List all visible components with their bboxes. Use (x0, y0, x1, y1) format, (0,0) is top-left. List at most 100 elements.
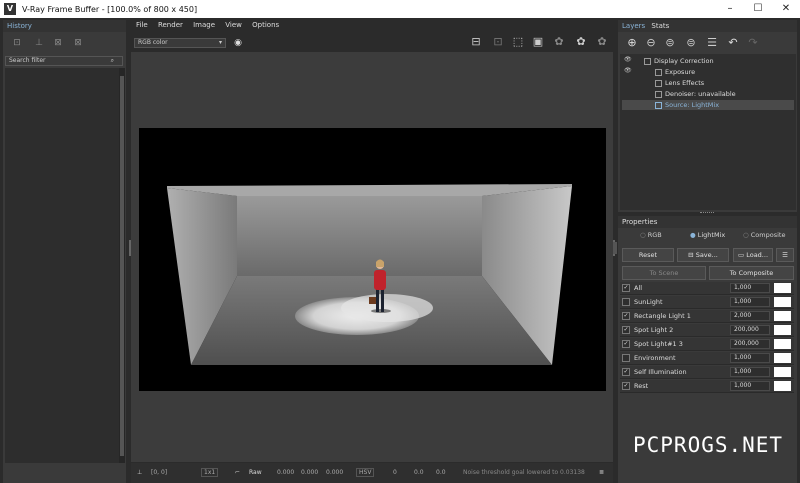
minimize-button[interactable]: – (716, 0, 744, 18)
menu-image[interactable]: Image (193, 21, 215, 29)
to-composite-button[interactable]: To Composite (709, 266, 794, 280)
light-name: Environment (634, 354, 676, 362)
mode-rgb-radio[interactable]: ○ RGB (640, 231, 662, 239)
history-save-icon[interactable]: ⊡ (11, 38, 23, 48)
color-wheel-icon[interactable]: ◉ (232, 38, 244, 48)
row-checkbox[interactable]: ✓ (622, 312, 630, 320)
color-swatch[interactable] (774, 381, 791, 391)
history-search-input[interactable]: Search filter ⌕ (5, 56, 123, 66)
title-bar: V V-Ray Frame Buffer - [100.0% of 800 x … (0, 0, 800, 18)
load-button[interactable]: ▭ Load... (733, 248, 773, 262)
load-image-icon[interactable]: ⊡ (492, 36, 504, 47)
render-icon[interactable]: ✿ (553, 36, 565, 47)
undo-icon[interactable]: ↶ (727, 37, 739, 48)
lightmix-row-all: ✓ All 1,000 (620, 282, 794, 295)
history-ab-icon[interactable]: ⊠ (52, 38, 64, 48)
layer-exposure[interactable]: Exposure (622, 67, 794, 77)
mode-composite-radio[interactable]: ○ Composite (743, 231, 785, 239)
radio-selected-icon: ● (690, 231, 696, 239)
multiplier-value: 200,000 (734, 326, 759, 333)
lightmix-row-self-illumination: ✓ Self Illumination 1,000 (620, 366, 794, 379)
layer-display-correction[interactable]: Display Correction (622, 56, 794, 66)
track-mouse-icon[interactable]: ▣ (532, 36, 544, 47)
color-swatch[interactable] (774, 283, 791, 293)
save-layers-icon[interactable]: ⊜ (664, 37, 676, 48)
layer-denoiser[interactable]: Denoiser: unavailable (622, 89, 794, 99)
zoom-select[interactable]: 1x1 (201, 468, 219, 477)
multiplier-value: 1,000 (734, 368, 752, 375)
layer-label: Denoiser: unavailable (665, 90, 736, 98)
log-icon[interactable]: ≣ (599, 469, 604, 476)
history-remove-icon[interactable]: ⊠ (72, 38, 84, 48)
curve-icon[interactable]: ⌐ (235, 469, 240, 476)
delete-layer-icon[interactable]: ⊖ (645, 37, 657, 48)
load-layers-icon[interactable]: ⊜ (685, 37, 697, 48)
save-image-icon[interactable]: ⊟ (470, 36, 482, 47)
layer-label: Lens Effects (665, 79, 705, 87)
add-layer-icon[interactable]: ⊕ (626, 37, 638, 48)
left-splitter-handle[interactable] (129, 240, 131, 256)
interactive-render-icon[interactable]: ✿ (575, 36, 587, 47)
multiplier-field[interactable]: 1,000 (730, 367, 770, 377)
history-list[interactable] (5, 68, 119, 463)
multiplier-field[interactable]: 200,000 (730, 339, 770, 349)
layer-list-icon[interactable]: ☰ (706, 37, 718, 48)
layer-source-lightmix[interactable]: Source: LightMix (622, 100, 794, 110)
reset-button[interactable]: Reset (622, 248, 674, 262)
row-checkbox[interactable] (622, 298, 630, 306)
row-checkbox[interactable]: ✓ (622, 284, 630, 292)
lightmix-row-rest: ✓ Rest 1,000 (620, 380, 794, 393)
color-swatch[interactable] (774, 325, 791, 335)
region-render-icon[interactable]: ⬚ (512, 36, 524, 47)
search-placeholder: Search filter (9, 57, 46, 64)
menu-file[interactable]: File (136, 21, 148, 29)
channel-select[interactable]: RGB color ▾ (134, 38, 226, 48)
row-checkbox[interactable]: ✓ (622, 368, 630, 376)
color-swatch[interactable] (774, 297, 791, 307)
color-swatch[interactable] (774, 339, 791, 349)
history-scrollbar[interactable] (119, 68, 125, 463)
menu-options[interactable]: Options (252, 21, 279, 29)
multiplier-field[interactable]: 200,000 (730, 325, 770, 335)
save-icon: ⊟ (688, 251, 694, 259)
multiplier-field[interactable]: 1,000 (730, 353, 770, 363)
colorspace-select[interactable]: HSV (356, 468, 375, 477)
row-checkbox[interactable] (622, 354, 630, 362)
row-checkbox[interactable]: ✓ (622, 382, 630, 390)
lightmix-row-spot-light-2: ✓ Spot Light 2 200,000 (620, 324, 794, 337)
redo-icon[interactable]: ↷ (747, 37, 759, 48)
maximize-button[interactable]: ☐ (744, 0, 772, 18)
save-button[interactable]: ⊟ Save... (677, 248, 729, 262)
radio-icon: ○ (743, 231, 749, 239)
lightmix-menu-button[interactable]: ☰ (776, 248, 794, 262)
load-label: Load... (746, 251, 769, 259)
layer-lens-effects[interactable]: Lens Effects (622, 78, 794, 88)
close-button[interactable]: ✕ (772, 0, 800, 18)
menu-render[interactable]: Render (158, 21, 183, 29)
color-swatch[interactable] (774, 311, 791, 321)
multiplier-field[interactable]: 1,000 (730, 381, 770, 391)
color-swatch[interactable] (774, 353, 791, 363)
row-checkbox[interactable]: ✓ (622, 340, 630, 348)
multiplier-field[interactable]: 1,000 (730, 283, 770, 293)
color-swatch[interactable] (774, 367, 791, 377)
to-scene-button[interactable]: To Scene (622, 266, 706, 280)
multiplier-field[interactable]: 2,000 (730, 311, 770, 321)
multiplier-value: 1,000 (734, 298, 752, 305)
menu-view[interactable]: View (225, 21, 242, 29)
multiplier-field[interactable]: 1,000 (730, 297, 770, 307)
lightmix-row-sunlight: SunLight 1,000 (620, 296, 794, 309)
channel-value: RGB color (138, 39, 168, 46)
splitter-handle[interactable] (613, 242, 617, 254)
light-name: Self Illumination (634, 368, 687, 376)
history-compare-icon[interactable]: ⊥ (33, 38, 45, 48)
tab-layers[interactable]: Layers (622, 22, 645, 30)
layer-icon (655, 79, 662, 87)
multiplier-value: 1,000 (734, 382, 752, 389)
mode-lightmix-radio[interactable]: ● LightMix (690, 231, 725, 239)
pick-icon[interactable]: ⊥ (137, 469, 142, 476)
stop-render-icon[interactable]: ✿ (596, 36, 608, 47)
tab-stats[interactable]: Stats (651, 22, 669, 30)
row-checkbox[interactable]: ✓ (622, 326, 630, 334)
panel-splitter[interactable] (700, 212, 714, 215)
